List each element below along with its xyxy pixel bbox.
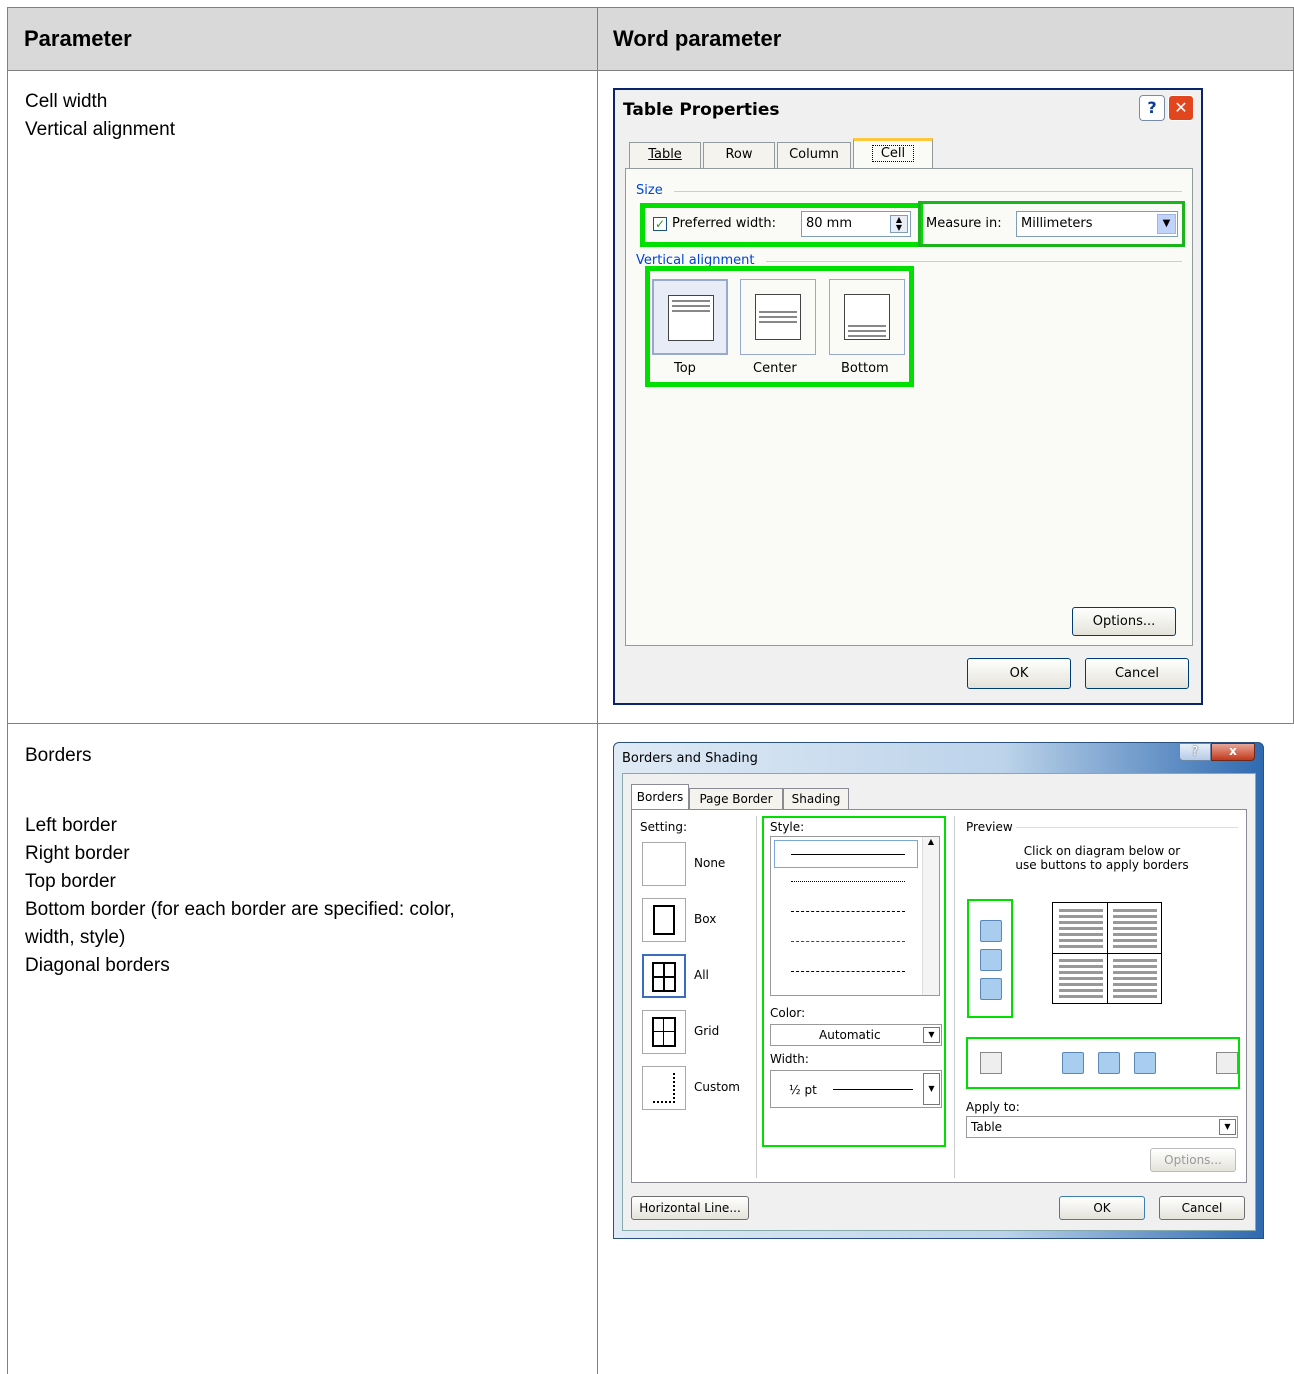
bs-options-button[interactable]: Options... xyxy=(1150,1148,1236,1172)
size-group-line xyxy=(674,191,1182,192)
ok-button[interactable]: OK xyxy=(967,658,1071,689)
dialog-title-bar: Table Properties ? ✕ xyxy=(615,90,1201,130)
highlight-horizontal-buttons xyxy=(967,899,1013,1018)
bs-tab-borders-label: Borders xyxy=(636,790,684,804)
tab-column[interactable]: Column xyxy=(777,142,851,168)
param-borders: Borders xyxy=(25,745,92,766)
setting-box-icon[interactable] xyxy=(642,898,686,942)
apply-to-select[interactable]: Table ▼ xyxy=(966,1116,1238,1138)
style-divider xyxy=(954,816,955,1178)
highlight-measure-in xyxy=(918,201,1185,247)
apply-to-label: Apply to: xyxy=(966,1100,1020,1114)
param-vertical-alignment: Vertical alignment xyxy=(25,119,175,140)
bs-ok-button[interactable]: OK xyxy=(1059,1196,1145,1220)
param-bottom-border: Bottom border (for each border are speci… xyxy=(25,899,455,920)
tab-cell[interactable]: Cell xyxy=(853,138,933,170)
bs-title: Borders and Shading xyxy=(622,751,758,766)
setting-none-icon[interactable] xyxy=(642,842,686,886)
preview-line xyxy=(1016,827,1238,828)
param-left-border: Left border xyxy=(25,815,117,836)
table-top-border xyxy=(7,7,1294,8)
tab-table-label: Table xyxy=(648,147,682,162)
highlight-preferred-width xyxy=(640,203,923,247)
bs-close-icon[interactable]: x xyxy=(1211,743,1255,761)
setting-grid-label: Grid xyxy=(694,1024,720,1038)
cancel-button[interactable]: Cancel xyxy=(1085,658,1189,689)
param-cell-width: Cell width xyxy=(25,91,108,112)
setting-none-label: None xyxy=(694,856,726,870)
bs-cancel-button[interactable]: Cancel xyxy=(1159,1196,1245,1220)
dialog-title: Table Properties xyxy=(623,100,780,120)
bs-tab-page-border[interactable]: Page Border xyxy=(689,788,783,810)
bs-help-button[interactable]: ? xyxy=(1179,743,1211,761)
setting-custom-label: Custom xyxy=(694,1080,740,1094)
tab-table[interactable]: Table xyxy=(629,142,701,168)
header-parameter: Parameter xyxy=(24,26,132,51)
highlight-vertical-alignment xyxy=(645,266,914,387)
table-left-border xyxy=(7,7,8,1374)
row1-params: Cell width Vertical alignment xyxy=(25,88,175,144)
header-bottom-border xyxy=(7,70,1294,71)
preview-hint: Click on diagram below or use buttons to… xyxy=(1015,844,1189,872)
param-bottom-border-cont: width, style) xyxy=(25,927,126,948)
table-middle-border xyxy=(597,7,598,1374)
tab-row[interactable]: Row xyxy=(703,142,775,168)
row1-bottom-border xyxy=(7,723,1294,724)
setting-grid-icon[interactable] xyxy=(642,1010,686,1054)
tab-cell-label: Cell xyxy=(871,145,915,162)
bs-tab-shading[interactable]: Shading xyxy=(783,788,849,810)
setting-all-icon[interactable] xyxy=(642,954,686,998)
options-button[interactable]: Options... xyxy=(1072,607,1176,636)
setting-divider xyxy=(756,816,757,1178)
setting-label: Setting: xyxy=(640,820,688,834)
bs-tab-page-border-label: Page Border xyxy=(699,792,773,806)
apply-to-value: Table xyxy=(971,1120,1003,1134)
apply-to-dropdown-icon[interactable]: ▼ xyxy=(1219,1119,1236,1135)
setting-box-label: Box xyxy=(694,912,717,926)
preview-label: Preview xyxy=(966,820,1013,834)
bs-tab-shading-label: Shading xyxy=(791,792,841,806)
preview-diagram[interactable] xyxy=(1052,902,1162,1004)
param-top-border: Top border xyxy=(25,871,116,892)
param-right-border: Right border xyxy=(25,843,130,864)
horizontal-line-button[interactable]: Horizontal Line... xyxy=(631,1196,749,1220)
size-group-label: Size xyxy=(636,183,663,198)
help-button[interactable]: ? xyxy=(1139,95,1165,121)
vertical-alignment-line xyxy=(766,261,1182,262)
tab-column-label: Column xyxy=(789,147,839,162)
bs-tab-borders[interactable]: Borders xyxy=(631,784,689,810)
header-word-parameter: Word parameter xyxy=(613,26,782,51)
tab-row-label: Row xyxy=(725,147,753,162)
highlight-style-color-width xyxy=(762,816,946,1147)
row2-params: Borders Left border Right border Top bor… xyxy=(25,742,585,980)
close-icon[interactable]: ✕ xyxy=(1168,95,1194,121)
highlight-vertical-diagonal-buttons xyxy=(966,1037,1240,1089)
param-spacer xyxy=(25,770,585,812)
table-properties-dialog: Table Properties ? ✕ Table Row Column Ce… xyxy=(613,88,1203,705)
param-diagonal-borders: Diagonal borders xyxy=(25,955,170,976)
setting-custom-icon[interactable] xyxy=(642,1066,686,1110)
setting-all-label: All xyxy=(694,968,709,982)
